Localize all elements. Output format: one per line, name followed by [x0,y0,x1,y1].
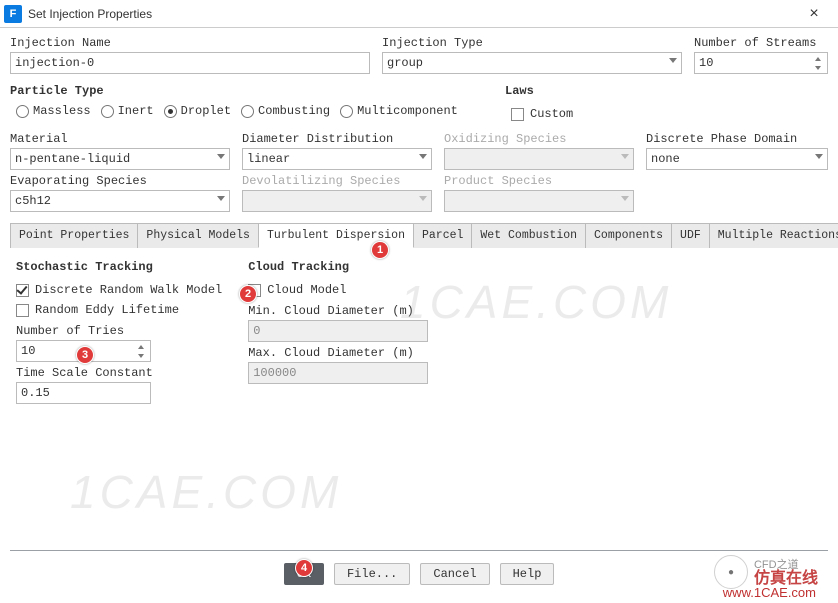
particle-type-radio-massless[interactable]: Massless [16,104,91,118]
stochastic-title: Stochastic Tracking [16,258,222,280]
particle-type-radio-combusting[interactable]: Combusting [241,104,330,118]
radio-icon [16,105,29,118]
radio-icon [101,105,114,118]
stochastic-panel: Stochastic Tracking Discrete Random Walk… [16,258,222,404]
watermark-site: www.1CAE.com [723,585,816,600]
chevron-down-icon [621,196,629,201]
marker-3: 3 [76,346,94,364]
chevron-down-icon [815,154,823,159]
chevron-down-icon [621,154,629,159]
spinner-down-icon[interactable] [810,63,826,72]
diameter-select[interactable]: linear [242,148,432,170]
tsc-label: Time Scale Constant [16,362,222,382]
tab-parcel[interactable]: Parcel [413,223,472,248]
laws-custom-check[interactable]: Custom [511,104,573,124]
tab-wet-combustion[interactable]: Wet Combustion [471,223,586,248]
cloud-max-input: 100000 [248,362,428,384]
rel-check[interactable]: Random Eddy Lifetime [16,300,222,320]
chevron-down-icon [419,154,427,159]
tries-label: Number of Tries [16,320,222,340]
laws-title: Laws [505,80,828,98]
chevron-down-icon [217,196,225,201]
num-streams-label: Number of Streams [694,34,828,52]
marker-1: 1 [371,241,389,259]
particle-type-radios: Massless Inert Droplet Combusting Multicompo… [10,98,465,122]
particle-type-title: Particle Type [10,80,465,98]
injection-name-label: Injection Name [10,34,370,52]
cloud-title: Cloud Tracking [248,258,428,280]
watermark-big: 1CAE.COM [70,465,342,519]
cloud-model-label: Cloud Model [267,283,346,297]
tab-multiple-reactions[interactable]: Multiple Reactions [709,223,838,248]
marker-4: 4 [295,559,313,577]
cloud-min-label: Min. Cloud Diameter (m) [248,300,428,320]
material-label: Material [10,130,230,148]
tab-turbulent-dispersion[interactable]: Turbulent Dispersion [258,223,414,248]
spinner-down-icon[interactable] [133,351,149,360]
diameter-label: Diameter Distribution [242,130,432,148]
marker-2: 2 [239,285,257,303]
radio-icon [164,105,177,118]
injection-type-select[interactable]: group [382,52,682,74]
particle-type-radio-multicomponent[interactable]: Multicomponent [340,104,458,118]
particle-type-radio-droplet[interactable]: Droplet [164,104,231,118]
oxidizing-select [444,148,634,170]
tab-udf[interactable]: UDF [671,223,710,248]
app-icon: F [4,5,22,23]
cancel-button[interactable]: Cancel [420,563,489,585]
drw-check[interactable]: Discrete Random Walk Model [16,280,222,300]
checkbox-icon [511,108,524,121]
evap-select[interactable]: c5h12 [10,190,230,212]
evap-label: Evaporating Species [10,172,230,190]
material-select[interactable]: n-pentane-liquid [10,148,230,170]
num-streams-input[interactable]: 10 [694,52,828,74]
radio-icon [340,105,353,118]
chevron-down-icon [419,196,427,201]
laws-custom-label: Custom [530,107,573,121]
spinner-up-icon[interactable] [133,342,149,351]
wechat-icon: ● [714,555,748,589]
cloud-max-label: Max. Cloud Diameter (m) [248,342,428,362]
tab-physical-models[interactable]: Physical Models [137,223,259,248]
product-select [444,190,634,212]
checkbox-icon [16,284,29,297]
injection-type-label: Injection Type [382,34,682,52]
oxidizing-label: Oxidizing Species [444,130,634,148]
radio-icon [241,105,254,118]
devol-label: Devolatilizing Species [242,172,432,190]
injection-name-input[interactable]: injection-0 [10,52,370,74]
drw-label: Discrete Random Walk Model [35,283,222,297]
tab-point-properties[interactable]: Point Properties [10,223,138,248]
watermark: ● CFD之道 仿真在线 [714,555,818,589]
spinner-up-icon[interactable] [810,54,826,63]
devol-select [242,190,432,212]
tsc-input[interactable]: 0.15 [16,382,151,404]
cloud-model-check[interactable]: Cloud Model [248,280,428,300]
rel-label: Random Eddy Lifetime [35,303,179,317]
chevron-down-icon [217,154,225,159]
tab-components[interactable]: Components [585,223,672,248]
product-label: Product Species [444,172,634,190]
close-button[interactable]: × [794,0,834,28]
chevron-down-icon [669,58,677,63]
file-button[interactable]: File... [334,563,410,585]
cloud-panel: Cloud Tracking Cloud Model Min. Cloud Di… [248,258,428,404]
discrete-phase-select[interactable]: none [646,148,828,170]
particle-type-radio-inert[interactable]: Inert [101,104,154,118]
window-title: Set Injection Properties [28,7,152,21]
help-button[interactable]: Help [500,563,555,585]
checkbox-icon [16,304,29,317]
discrete-phase-label: Discrete Phase Domain [646,130,828,148]
cloud-min-input: 0 [248,320,428,342]
